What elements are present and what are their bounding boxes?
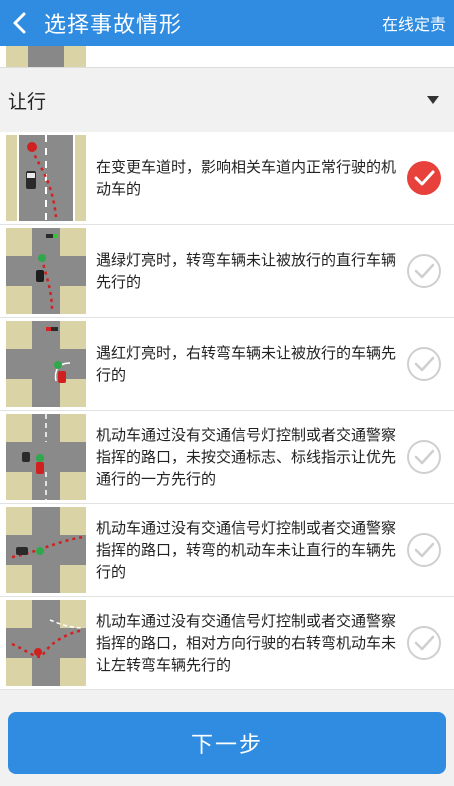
list-item[interactable]: 机动车通过没有交通信号灯控制或者交通警察指挥的路口，相对方向行驶的右转弯机动车未… bbox=[0, 597, 454, 690]
category-label: 让行 bbox=[8, 90, 47, 113]
app-bar: 选择事故情形 在线定责 bbox=[0, 0, 454, 46]
lane-change-diagram bbox=[6, 135, 86, 221]
list-item[interactable]: 机动车通过没有交通信号灯控制或者交通警察指挥的路口，未按交通标志、标线指示让优先… bbox=[0, 411, 454, 504]
list-item[interactable]: 遇绿灯亮时，转弯车辆未让被放行的直行车辆先行的 bbox=[0, 225, 454, 318]
green-light-turn-diagram bbox=[6, 228, 86, 314]
item-text: 机动车通过没有交通信号灯控制或者交通警察指挥的路口，转弯的机动车未让直行的车辆先… bbox=[96, 519, 397, 581]
check-circle-outline-icon[interactable] bbox=[406, 439, 442, 475]
check-circle-outline-icon[interactable] bbox=[406, 346, 442, 382]
next-step-button[interactable]: 下一步 bbox=[8, 712, 446, 774]
page-title: 选择事故情形 bbox=[44, 13, 183, 38]
item-text: 遇红灯亮时，右转弯车辆未让被放行的车辆先行的 bbox=[96, 344, 397, 384]
list-item[interactable]: 遇红灯亮时，右转弯车辆未让被放行的车辆先行的 bbox=[0, 318, 454, 411]
chevron-left-icon bbox=[13, 12, 26, 34]
check-circle-outline-icon[interactable] bbox=[406, 253, 442, 289]
turning-vs-straight-diagram bbox=[6, 507, 86, 593]
partial-list-item bbox=[0, 46, 454, 68]
item-text: 遇绿灯亮时，转弯车辆未让被放行的直行车辆先行的 bbox=[96, 251, 397, 291]
online-liability-button[interactable]: 在线定责 bbox=[382, 11, 446, 35]
opposite-direction-turn-diagram bbox=[6, 600, 86, 686]
back-button[interactable] bbox=[0, 0, 40, 46]
scenario-list: 在变更车道时，影响相关车道内正常行驶的机动车的 遇绿灯亮时，转弯车辆未让被放行的… bbox=[0, 132, 454, 690]
caret-down-icon bbox=[427, 96, 439, 104]
item-text: 机动车通过没有交通信号灯控制或者交通警察指挥的路口，相对方向行驶的右转弯机动车未… bbox=[96, 612, 397, 674]
check-circle-filled-icon[interactable] bbox=[406, 160, 442, 196]
footer: 下一步 bbox=[0, 690, 454, 786]
list-item[interactable]: 机动车通过没有交通信号灯控制或者交通警察指挥的路口，转弯的机动车未让直行的车辆先… bbox=[0, 504, 454, 597]
item-text: 机动车通过没有交通信号灯控制或者交通警察指挥的路口，未按交通标志、标线指示让优先… bbox=[96, 426, 397, 488]
category-header[interactable]: 让行 bbox=[0, 70, 454, 130]
check-circle-outline-icon[interactable] bbox=[406, 625, 442, 661]
check-circle-outline-icon[interactable] bbox=[406, 532, 442, 568]
red-light-right-turn-diagram bbox=[6, 321, 86, 407]
road-diagram-partial bbox=[6, 46, 86, 67]
item-text: 在变更车道时，影响相关车道内正常行驶的机动车的 bbox=[96, 158, 397, 198]
uncontrolled-junction-sign-diagram bbox=[6, 414, 86, 500]
list-item[interactable]: 在变更车道时，影响相关车道内正常行驶的机动车的 bbox=[0, 132, 454, 225]
